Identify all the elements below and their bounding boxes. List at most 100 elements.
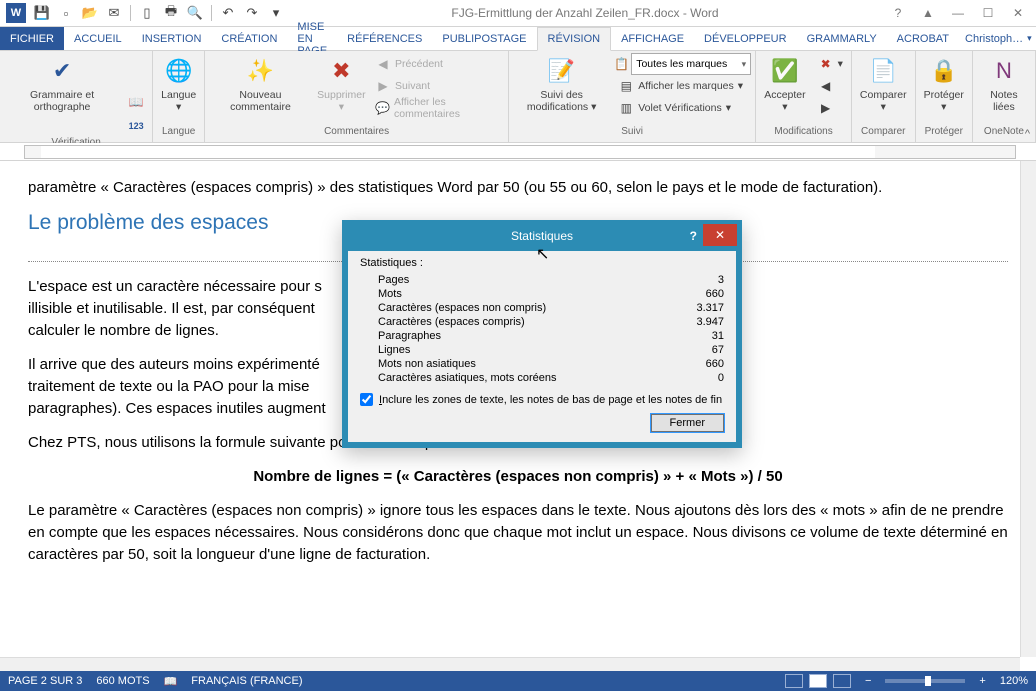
ribbon-display-icon[interactable]: ▲ — [914, 3, 942, 23]
zoom-level[interactable]: 120% — [1000, 675, 1028, 687]
reject-icon: ✖ — [818, 56, 834, 72]
prev-change-button[interactable]: ◀ — [814, 75, 847, 97]
print-icon[interactable]: 🖶 — [161, 3, 181, 23]
undo-icon[interactable]: ↶ — [218, 3, 238, 23]
stat-label: Pages — [378, 274, 409, 286]
word-count[interactable]: 660 MOTS — [96, 675, 149, 687]
vertical-scrollbar[interactable] — [1020, 161, 1036, 657]
redo-icon[interactable]: ↷ — [242, 3, 262, 23]
markup-display-combo[interactable]: Toutes les marques — [631, 53, 751, 75]
help-icon[interactable]: ? — [884, 3, 912, 23]
preview-icon[interactable]: 🔍 — [185, 3, 205, 23]
new-icon[interactable]: ▫ — [56, 3, 76, 23]
status-bar: PAGE 2 SUR 3 660 MOTS 📖 FRANÇAIS (FRANCE… — [0, 671, 1036, 691]
tab-mise-en-page[interactable]: MISE EN PAGE — [287, 27, 337, 50]
tab-grammarly[interactable]: GRAMMARLY — [797, 27, 887, 50]
language-indicator[interactable]: FRANÇAIS (FRANCE) — [191, 675, 302, 687]
orientation-icon[interactable]: ▯ — [137, 3, 157, 23]
stat-value: 660 — [706, 288, 724, 300]
ribbon-collapse-icon[interactable]: ^ — [1025, 128, 1030, 140]
zoom-in-icon[interactable]: + — [979, 675, 985, 687]
language-button[interactable]: 🌐 Langue▾ — [157, 53, 200, 115]
save-icon[interactable]: 💾 — [32, 3, 52, 23]
tab-revision[interactable]: RÉVISION — [537, 27, 612, 51]
stat-label: Caractères asiatiques, mots coréens — [378, 372, 557, 384]
checkbox-input[interactable] — [360, 393, 373, 406]
wordcount-icon: 123 — [128, 118, 144, 134]
next-change-icon: ▶ — [818, 100, 834, 116]
dialog-close-icon[interactable]: ✕ — [703, 224, 737, 246]
horizontal-ruler[interactable] — [0, 143, 1036, 161]
markup-icon: 📋 — [614, 57, 629, 71]
page-indicator[interactable]: PAGE 2 SUR 3 — [8, 675, 82, 687]
new-comment-button[interactable]: ✨ Nouveau commentaire — [209, 53, 312, 115]
prev-icon: ◀ — [375, 56, 391, 72]
minimize-icon[interactable]: — — [944, 3, 972, 23]
tab-references[interactable]: RÉFÉRENCES — [337, 27, 432, 50]
onenote-button[interactable]: N Notes liées — [977, 53, 1031, 115]
delete-comment-button[interactable]: ✖ Supprimer▾ — [316, 53, 367, 115]
compare-button[interactable]: 📄 Comparer▾ — [856, 53, 911, 115]
window-title: FJG-Ermittlung der Anzahl Zeilen_FR.docx… — [286, 6, 884, 20]
title-bar: W 💾 ▫ 📂 ✉ ▯ 🖶 🔍 ↶ ↷ ▾ FJG-Ermittlung der… — [0, 0, 1036, 27]
print-layout-icon[interactable] — [809, 674, 827, 688]
include-textboxes-checkbox[interactable]: Inclure les zones de texte, les notes de… — [360, 393, 724, 406]
accept-button[interactable]: ✅ Accepter▾ — [760, 53, 809, 115]
mail-icon[interactable]: ✉ — [104, 3, 124, 23]
dialog-header: Statistiques : — [360, 257, 724, 269]
reject-button[interactable]: ✖▾ — [814, 53, 847, 75]
read-mode-icon[interactable] — [785, 674, 803, 688]
reviewing-pane-button[interactable]: ▥Volet Vérifications ▾ — [614, 97, 751, 119]
show-markup-icon: ▤ — [618, 78, 634, 94]
stat-row: Pages 3 — [360, 273, 724, 287]
stat-row: Paragraphes31 — [360, 329, 724, 343]
lock-icon: 🔒 — [928, 55, 960, 87]
protect-button[interactable]: 🔒 Protéger▾ — [920, 53, 968, 115]
tab-publipostage[interactable]: PUBLIPOSTAGE — [432, 27, 536, 50]
maximize-icon[interactable]: ☐ — [974, 3, 1002, 23]
spellcheck-status-icon[interactable]: 📖 — [164, 675, 178, 688]
quick-access-toolbar: 💾 ▫ 📂 ✉ ▯ 🖶 🔍 ↶ ↷ ▾ — [32, 3, 286, 23]
next-change-button[interactable]: ▶ — [814, 97, 847, 119]
tab-developpeur[interactable]: DÉVELOPPEUR — [694, 27, 797, 50]
next-comment-button[interactable]: ▶Suivant — [371, 75, 504, 97]
tab-insertion[interactable]: INSERTION — [132, 27, 212, 50]
web-layout-icon[interactable] — [833, 674, 851, 688]
ribbon-tabs: FICHIER ACCUEIL INSERTION CRÉATION MISE … — [0, 27, 1036, 51]
stat-row: Lignes67 — [360, 343, 724, 357]
stat-value: 67 — [712, 344, 724, 356]
track-changes-icon: 📝 — [546, 55, 578, 87]
open-icon[interactable]: 📂 — [80, 3, 100, 23]
account-name: Christoph… — [965, 33, 1023, 45]
close-window-icon[interactable]: ✕ — [1004, 3, 1032, 23]
account-menu[interactable]: Christoph… ▾ — [959, 27, 1036, 50]
stat-value: 3 — [718, 274, 724, 286]
stat-value: 31 — [712, 330, 724, 342]
horizontal-scrollbar[interactable] — [0, 657, 1020, 671]
tab-creation[interactable]: CRÉATION — [211, 27, 287, 50]
close-button[interactable]: Fermer — [651, 414, 724, 432]
zoom-slider[interactable] — [885, 679, 965, 683]
word-icon: W — [6, 3, 26, 23]
tab-affichage[interactable]: AFFICHAGE — [611, 27, 694, 50]
tab-acrobat[interactable]: ACROBAT — [887, 27, 959, 50]
formula-text: Nombre de lignes = (« Caractères (espace… — [28, 466, 1008, 488]
tab-fichier[interactable]: FICHIER — [0, 27, 64, 50]
wordcount-button[interactable]: 123 — [124, 115, 148, 137]
qat-more-icon[interactable]: ▾ — [266, 3, 286, 23]
prev-comment-button[interactable]: ◀Précédent — [371, 53, 504, 75]
show-markup-button[interactable]: ▤Afficher les marques ▾ — [614, 75, 751, 97]
globe-icon: 🌐 — [163, 55, 195, 87]
next-icon: ▶ — [375, 78, 391, 94]
body-text: Le paramètre « Caractères (espaces non c… — [28, 500, 1008, 566]
show-comments-button[interactable]: 💬Afficher les commentaires — [371, 97, 504, 119]
thesaurus-button[interactable]: 📖 — [124, 91, 148, 113]
stat-row: Mots660 — [360, 287, 724, 301]
dialog-titlebar[interactable]: Statistiques ? ✕ — [343, 221, 741, 251]
stat-row: Mots non asiatiques660 — [360, 357, 724, 371]
dialog-help-icon[interactable]: ? — [690, 229, 697, 243]
zoom-out-icon[interactable]: − — [865, 675, 871, 687]
track-changes-button[interactable]: 📝 Suivi des modifications ▾ — [513, 53, 610, 115]
spellcheck-button[interactable]: ✔ Grammaire et orthographe — [4, 53, 120, 115]
tab-accueil[interactable]: ACCUEIL — [64, 27, 132, 50]
